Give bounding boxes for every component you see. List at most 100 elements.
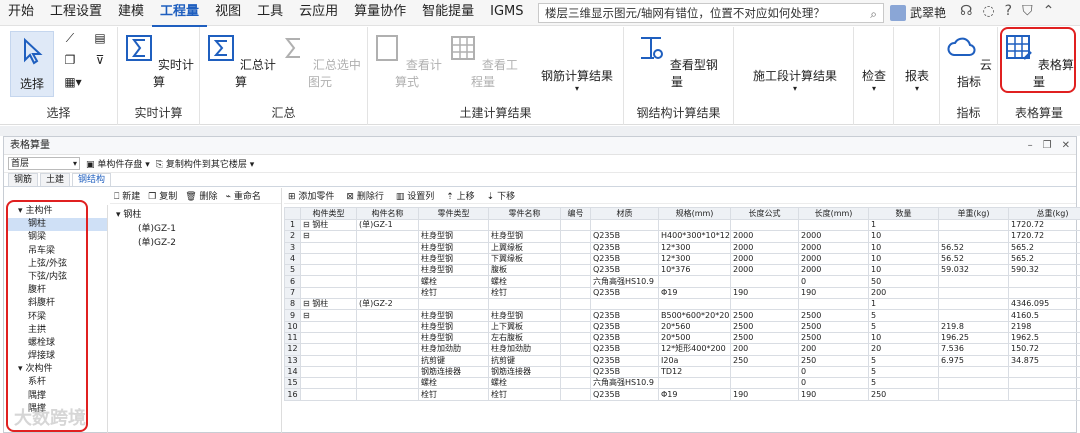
table-cell[interactable] bbox=[798, 298, 869, 311]
table-cell[interactable] bbox=[658, 218, 731, 232]
table-cell[interactable]: 2000 bbox=[730, 264, 799, 277]
menu-item[interactable]: IGMS bbox=[482, 0, 531, 27]
menu-item[interactable]: 建模 bbox=[110, 0, 152, 27]
table-cell[interactable]: 200 bbox=[868, 286, 939, 300]
table-cell[interactable] bbox=[938, 286, 1009, 300]
table-cell[interactable] bbox=[300, 365, 357, 379]
table-cell[interactable]: B500*600*20*20 bbox=[658, 309, 731, 322]
table-cell[interactable] bbox=[730, 377, 799, 390]
table-cell[interactable] bbox=[560, 241, 591, 254]
add-part-button[interactable]: ⊞ 添加零件 bbox=[288, 189, 334, 202]
close-icon[interactable]: ✕ bbox=[1062, 137, 1070, 155]
table-row[interactable]: 9 ⊟ 柱身型钢 柱身型钢 Q235B B500*600*20*20 2500 2500 5 41… bbox=[284, 309, 1080, 322]
table-cell[interactable]: 左右腹板 bbox=[488, 331, 561, 345]
table-cell[interactable] bbox=[356, 388, 419, 401]
tab-civil[interactable]: 土建 bbox=[40, 173, 71, 186]
table-cell[interactable]: Q235B bbox=[590, 343, 659, 356]
table-cell[interactable] bbox=[356, 252, 419, 266]
menu-item[interactable]: 云应用 bbox=[291, 0, 346, 27]
table-cell[interactable]: (单)GZ-1 bbox=[356, 218, 419, 232]
table-cell[interactable]: 2500 bbox=[730, 320, 799, 333]
table-cell[interactable]: 10 bbox=[868, 230, 939, 243]
table-cell[interactable]: 柱身型钢 bbox=[488, 309, 561, 322]
table-cell[interactable]: 10 bbox=[868, 241, 939, 254]
table-cell[interactable] bbox=[300, 275, 357, 288]
table-cell[interactable]: 柱身型钢 bbox=[488, 230, 561, 243]
column-header[interactable]: 规格(mm) bbox=[658, 207, 731, 220]
set-columns-button[interactable]: ▥ 设置列 bbox=[396, 189, 434, 202]
table-cell[interactable]: 7.536 bbox=[938, 343, 1009, 356]
table-cell[interactable]: 2000 bbox=[798, 252, 869, 266]
layer-icon[interactable]: ▦▾ bbox=[60, 75, 86, 89]
table-cell[interactable]: 柱身型钢 bbox=[418, 264, 489, 277]
table-cell[interactable]: 1962.5 bbox=[1008, 331, 1080, 345]
table-cell[interactable]: (单)GZ-2 bbox=[356, 298, 419, 311]
filter-icon[interactable]: ⊽ bbox=[90, 53, 110, 67]
table-cell[interactable]: 抗剪键 bbox=[488, 354, 561, 367]
table-cell[interactable]: 钢筋连接器 bbox=[488, 365, 561, 379]
list-item[interactable]: (单)GZ-1 bbox=[116, 222, 275, 236]
collapse-icon[interactable]: ⌃ bbox=[1043, 3, 1055, 19]
table-cell[interactable] bbox=[560, 286, 591, 300]
table-cell[interactable]: 螺栓 bbox=[418, 275, 489, 288]
search-input[interactable]: 楼层三维显示图元/轴网有错位，位置不对应如何处理？ ⌕ bbox=[538, 3, 884, 23]
table-cell[interactable]: 1720.72 bbox=[1008, 218, 1080, 232]
copy-to-floor-button[interactable]: ⎘ 复制构件到其它楼层 ▾ bbox=[156, 157, 254, 170]
table-cell[interactable] bbox=[658, 377, 731, 390]
column-header[interactable] bbox=[284, 207, 301, 220]
table-cell[interactable]: 250 bbox=[868, 388, 939, 401]
menu-item[interactable]: 工程设置 bbox=[42, 0, 110, 27]
move-down-button[interactable]: ⇣ 下移 bbox=[487, 189, 515, 202]
menu-item[interactable]: 算量协作 bbox=[346, 0, 414, 27]
table-cell[interactable] bbox=[300, 264, 357, 277]
table-cell[interactable]: 190 bbox=[798, 388, 869, 401]
table-cell[interactable] bbox=[560, 377, 591, 390]
table-cell[interactable]: 0 bbox=[798, 377, 869, 390]
headset-icon[interactable]: ☊ bbox=[960, 3, 972, 19]
table-cell[interactable] bbox=[356, 331, 419, 345]
table-cell[interactable]: 2000 bbox=[730, 241, 799, 254]
table-cell[interactable] bbox=[1008, 275, 1080, 288]
table-cell[interactable]: 196.25 bbox=[938, 331, 1009, 345]
table-cell[interactable] bbox=[560, 275, 591, 288]
view-steel-button[interactable]: 查看型钢量 bbox=[632, 33, 722, 90]
table-cell[interactable]: 螺栓 bbox=[488, 377, 561, 390]
table-cell[interactable]: Φ19 bbox=[658, 388, 731, 401]
pick-icon[interactable]: ⟋ bbox=[60, 31, 80, 46]
table-cell[interactable]: 20 bbox=[868, 343, 939, 356]
table-cell[interactable]: 10 bbox=[868, 252, 939, 266]
table-cell[interactable] bbox=[938, 388, 1009, 401]
menu-item[interactable]: 开始 bbox=[0, 0, 42, 27]
table-cell[interactable] bbox=[560, 218, 591, 232]
column-header[interactable]: 长度公式 bbox=[730, 207, 799, 220]
tab-rebar[interactable]: 钢筋 bbox=[8, 173, 39, 186]
table-cell[interactable]: 柱身加劲肋 bbox=[488, 343, 561, 356]
table-cell[interactable] bbox=[300, 377, 357, 390]
table-cell[interactable] bbox=[300, 241, 357, 254]
table-cell[interactable] bbox=[356, 286, 419, 300]
table-cell[interactable]: 2500 bbox=[798, 331, 869, 345]
table-cell[interactable] bbox=[938, 377, 1009, 390]
table-cell[interactable] bbox=[356, 320, 419, 333]
table-cell[interactable]: 12*300 bbox=[658, 252, 731, 266]
table-row[interactable]: 15 螺栓 螺栓 六角高强HS10.9 0 5 bbox=[284, 377, 1080, 390]
table-row[interactable]: 3 柱身型钢 上翼缘板 Q235B 12*300 2000 2000 10 56.52 565.2 bbox=[284, 241, 1080, 254]
table-cell[interactable]: 6.975 bbox=[938, 354, 1009, 367]
table-row[interactable]: 12 柱身加劲肋 柱身加劲肋 Q235B 12*矩形400*200 200 200 20 7.5… bbox=[284, 343, 1080, 356]
table-cell[interactable]: 六角高强HS10.9 bbox=[590, 275, 659, 288]
table-cell[interactable] bbox=[560, 331, 591, 345]
table-cell[interactable]: 1 bbox=[868, 218, 939, 232]
table-row[interactable]: 14 钢筋连接器 钢筋连接器 Q235B TD12 0 5 bbox=[284, 365, 1080, 379]
table-cell[interactable]: 2500 bbox=[798, 309, 869, 322]
search-icon[interactable]: ⌕ bbox=[870, 5, 877, 22]
table-cell[interactable] bbox=[418, 218, 489, 232]
table-cell[interactable] bbox=[300, 343, 357, 356]
table-cell[interactable]: Φ19 bbox=[658, 286, 731, 300]
table-cell[interactable] bbox=[730, 298, 799, 311]
column-header[interactable]: 零件类型 bbox=[418, 207, 489, 220]
table-cell[interactable]: ⊟ 钢柱 bbox=[300, 298, 357, 311]
column-header[interactable]: 零件名称 bbox=[488, 207, 561, 220]
table-cell[interactable]: Q235B bbox=[590, 309, 659, 322]
table-cell[interactable] bbox=[300, 320, 357, 333]
table-cell[interactable] bbox=[356, 230, 419, 243]
